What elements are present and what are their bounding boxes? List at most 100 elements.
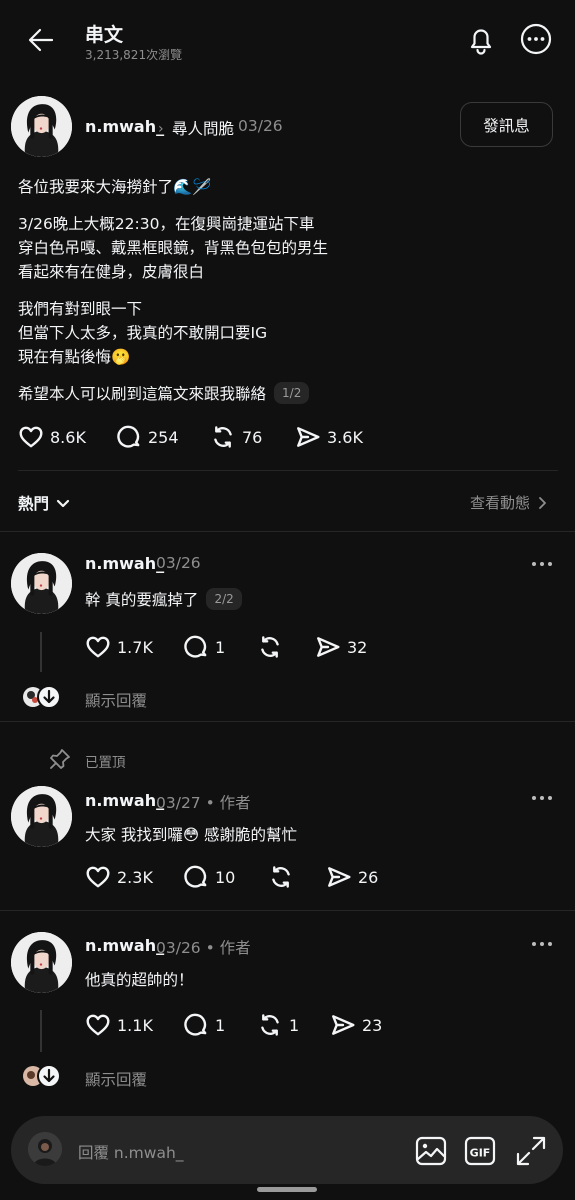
post-text-line: 各位我要來大海撈針了🌊🪡 [18,178,212,196]
svg-text:GIF: GIF [470,1147,491,1160]
show-replies-link[interactable]: 顯示回覆 [85,689,147,711]
send-icon [295,424,321,450]
like-count: 8.6K [50,427,86,447]
heart-icon [85,634,111,660]
reply-meta: 03/27 • 作者 [156,794,251,812]
comment-count: 254 [148,427,179,447]
reply-avatar[interactable] [11,932,72,993]
sort-label: 熱門 [18,495,50,513]
home-indicator [257,1187,317,1192]
expand-icon[interactable] [514,1134,548,1168]
divider [18,470,558,471]
post-text-line: 我們有對到眼一下 [18,300,143,318]
comment-button[interactable]: 1 [183,634,225,660]
reply-avatar[interactable] [11,786,72,847]
comment-button[interactable]: 254 [116,424,179,450]
divider [0,910,575,911]
repost-button[interactable]: 76 [210,424,262,450]
post-text-line: 穿白色吊嘎、戴黑框眼鏡，背黑色包包的男生 [18,239,329,257]
more-options-icon[interactable] [517,20,555,58]
view-activity-label: 查看動態 [470,494,531,512]
message-button[interactable]: 發訊息 [460,102,553,147]
reply-author[interactable]: n.mwah_ [85,791,164,810]
like-button[interactable]: 8.6K [18,424,86,450]
gif-icon[interactable]: GIF [463,1134,497,1168]
like-button[interactable]: 2.3K [85,864,153,890]
send-icon [330,1012,356,1038]
back-arrow-icon[interactable] [22,22,62,58]
reply-avatar[interactable] [11,553,72,614]
author-avatar[interactable] [11,96,72,157]
comment-icon [183,1012,209,1038]
comment-button[interactable]: 1 [183,1012,225,1038]
share-button[interactable]: 23 [330,1012,382,1038]
divider [0,531,575,532]
like-button[interactable]: 1.7K [85,634,153,660]
reply-composer[interactable]: 回覆 n.mwah_ GIF [11,1116,563,1184]
post-community[interactable]: 尋人問脆 [172,117,234,139]
chevron-right-icon [539,496,546,509]
view-activity-link[interactable]: 查看動態 [470,492,550,513]
heart-icon [18,424,44,450]
share-count: 3.6K [327,427,363,447]
heart-icon [85,1012,111,1038]
repost-icon [268,864,294,890]
share-count: 26 [358,867,379,887]
thread-line [40,1010,42,1052]
post-text-line: 看起來有在健身，皮膚很白 [18,263,205,281]
send-icon [326,864,352,890]
comment-count: 10 [215,867,236,887]
image-icon[interactable] [414,1134,448,1168]
bell-icon[interactable] [462,21,500,59]
post-text-line: 希望本人可以刷到這篇文來跟我聯絡 [18,385,267,403]
reply-meta: 03/26 [156,554,201,572]
more-icon[interactable] [530,791,554,805]
reply-text: 他真的超帥的！ [85,971,194,989]
reply-input[interactable]: 回覆 n.mwah_ [78,1141,184,1163]
comment-count: 1 [215,637,226,657]
repost-button[interactable] [268,864,300,890]
page-indicator: 1/2 [274,381,310,404]
share-count: 23 [362,1015,383,1035]
top-bar: 串文 3,213,821次瀏覽 [0,0,575,80]
share-count: 32 [347,637,368,657]
reply-author[interactable]: n.mwah_ [85,554,164,573]
like-count: 2.3K [117,867,153,887]
heart-icon [85,864,111,890]
comment-icon [116,424,142,450]
send-icon [315,634,341,660]
more-icon[interactable] [530,937,554,951]
post-text-line: 但當下人太多，我真的不敢開口要IG [18,324,268,342]
share-button[interactable]: 32 [315,634,367,660]
like-button[interactable]: 1.1K [85,1012,153,1038]
my-avatar [28,1132,62,1166]
more-icon[interactable] [530,557,554,571]
comment-icon [183,634,209,660]
show-replies-link[interactable]: 顯示回覆 [85,1068,147,1090]
share-button[interactable]: 26 [326,864,378,890]
comment-button[interactable]: 10 [183,864,235,890]
reply-text: 幹 真的要瘋掉了 2/2 [85,587,242,612]
sort-dropdown[interactable]: 熱門 [18,492,71,514]
post-author[interactable]: n.mwah_ [85,117,164,136]
like-count: 1.1K [117,1015,153,1035]
repost-count: 76 [242,427,263,447]
share-button[interactable]: 3.6K [295,424,363,450]
reply-author[interactable]: n.mwah_ [85,936,164,955]
repost-count: 1 [289,1015,300,1035]
reply-avatars-stack[interactable] [22,1064,62,1088]
page-indicator: 2/2 [206,587,242,610]
pin-icon [48,747,72,771]
like-count: 1.7K [117,637,153,657]
post-text-line: 3/26晚上大概22:30，在復興崗捷運站下車 [18,215,315,233]
repost-icon [210,424,236,450]
reply-text-content: 幹 真的要瘋掉了 [85,591,199,609]
post-text-line: 希望本人可以刷到這篇文來跟我聯絡 1/2 [18,381,310,406]
repost-button[interactable]: 1 [257,1012,299,1038]
comment-icon [183,864,209,890]
reply-avatars-stack[interactable] [22,685,62,709]
chevron-right-icon: › [158,121,164,137]
repost-button[interactable] [257,634,289,660]
chevron-down-icon [56,499,70,508]
reply-meta: 03/26 • 作者 [156,939,251,957]
